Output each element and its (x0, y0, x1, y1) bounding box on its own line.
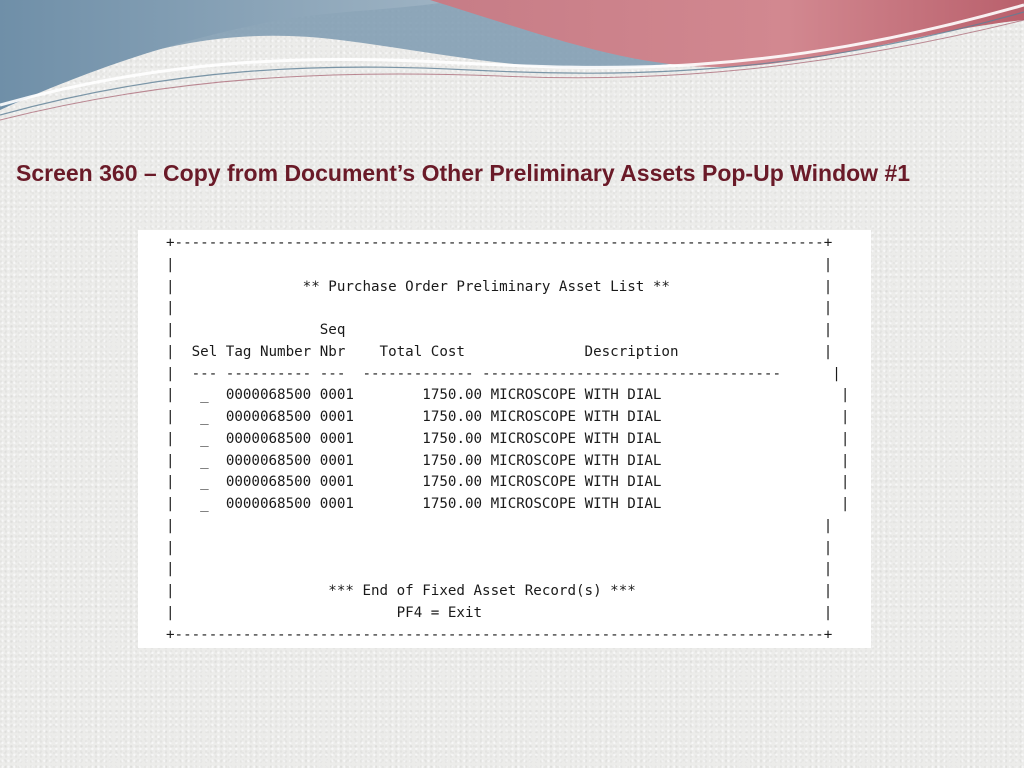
page-title: Screen 360 – Copy from Document’s Other … (16, 160, 911, 186)
list-heading: | ** Purchase Order Preliminary Asset Li… (166, 278, 833, 295)
select-field[interactable]: _ (200, 474, 209, 490)
terminal-text: +---------------------------------------… (138, 230, 871, 646)
tag-number: 0000068500 (225, 452, 312, 469)
seq-number: 0001 (319, 387, 354, 404)
select-field[interactable]: _ (200, 431, 209, 447)
tag-number: 0000068500 (225, 387, 312, 404)
total-cost: 1750.00 (422, 452, 483, 469)
seq-number: 0001 (319, 474, 354, 491)
seq-number: 0001 (319, 496, 354, 512)
seq-number: 0001 (319, 430, 354, 447)
select-field[interactable]: _ (200, 387, 209, 403)
tag-number: 0000068500 (225, 409, 312, 425)
table-row: | _ 0000068500 0001 1750.00 MICROSCOPE W… (166, 496, 850, 512)
table-row: | _ 0000068500 0001 1750.00 MICROSCOPE W… (166, 474, 850, 491)
description: MICROSCOPE WITH DIAL (490, 496, 662, 512)
total-cost: 1750.00 (422, 387, 483, 404)
tag-number: 0000068500 (225, 430, 312, 447)
description: MICROSCOPE WITH DIAL (490, 430, 662, 447)
empty-line: | | (166, 561, 833, 578)
description: MICROSCOPE WITH DIAL (490, 452, 662, 469)
empty-line: | | (166, 539, 833, 556)
column-separator: | --- ---------- --- ------------- -----… (166, 365, 841, 382)
description: MICROSCOPE WITH DIAL (490, 387, 662, 404)
table-row: | _ 0000068500 0001 1750.00 MICROSCOPE W… (166, 409, 850, 425)
end-of-records-message: | *** End of Fixed Asset Record(s) *** | (166, 583, 833, 599)
empty-line: | | (166, 256, 833, 273)
tag-number: 0000068500 (225, 496, 312, 512)
table-row: | _ 0000068500 0001 1750.00 MICROSCOPE W… (166, 430, 850, 447)
total-cost: 1750.00 (422, 409, 483, 425)
total-cost: 1750.00 (422, 496, 483, 512)
seq-number: 0001 (319, 409, 354, 425)
select-field[interactable]: _ (200, 496, 209, 512)
empty-line: | | (166, 517, 833, 534)
border-top: +---------------------------------------… (166, 235, 833, 251)
total-cost: 1750.00 (422, 430, 483, 447)
seq-number: 0001 (319, 452, 354, 469)
description: MICROSCOPE WITH DIAL (490, 474, 662, 491)
column-header-seq: | Seq | (166, 322, 833, 338)
select-field[interactable]: _ (200, 409, 209, 425)
description: MICROSCOPE WITH DIAL (490, 409, 662, 425)
empty-line: | | (166, 300, 833, 317)
terminal-screen: +---------------------------------------… (138, 230, 871, 648)
border-bottom: +---------------------------------------… (166, 626, 833, 643)
pf4-exit-hint: | PF4 = Exit | (166, 604, 833, 621)
total-cost: 1750.00 (422, 474, 483, 491)
tag-number: 0000068500 (225, 474, 312, 491)
table-row: | _ 0000068500 0001 1750.00 MICROSCOPE W… (166, 387, 850, 404)
column-header-row: | Sel Tag Number Nbr Total Cost Descript… (166, 343, 833, 360)
select-field[interactable]: _ (200, 453, 209, 469)
decorative-wave-banner (0, 0, 1024, 121)
table-row: | _ 0000068500 0001 1750.00 MICROSCOPE W… (166, 452, 850, 469)
